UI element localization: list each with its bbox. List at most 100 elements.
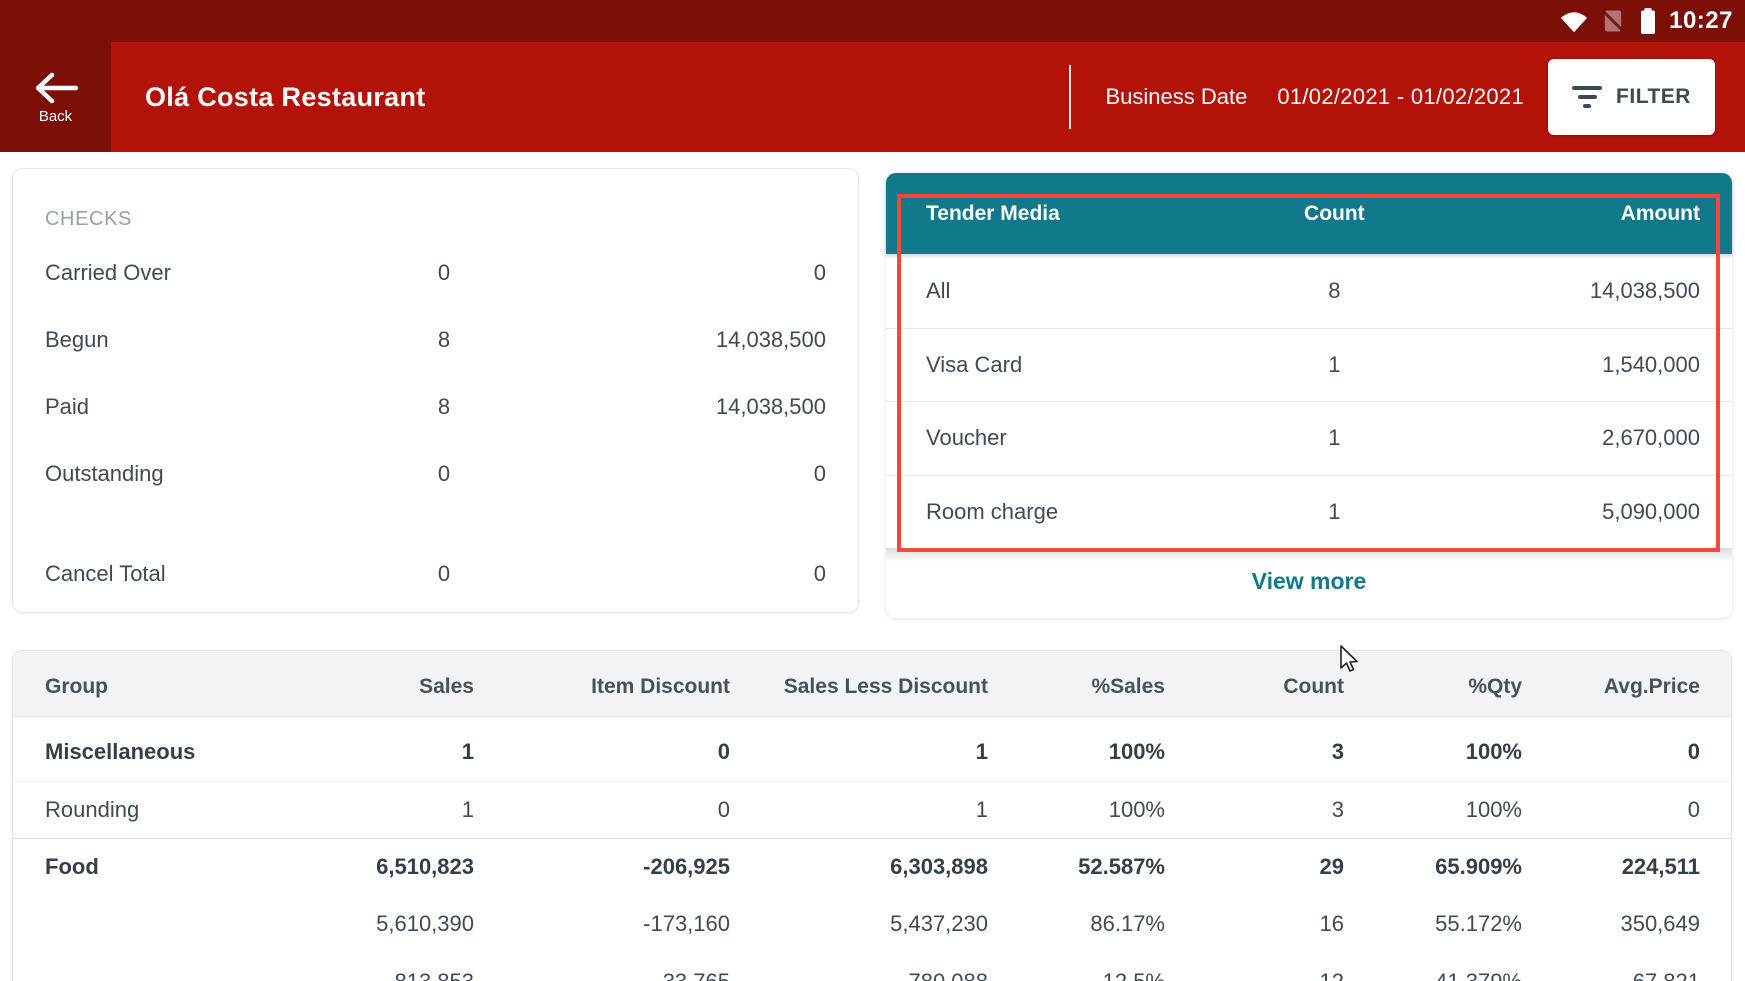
- sales-count: 29: [1198, 854, 1377, 880]
- checks-row-count: 0: [351, 260, 537, 286]
- sales-pct-sales: 86.17%: [1021, 911, 1198, 937]
- checks-row-amount: 14,038,500: [537, 394, 858, 420]
- sales-item-discount: 0: [507, 797, 763, 823]
- tender-table-header: Tender Media Count Amount: [886, 173, 1732, 254]
- sales-col-group: Group: [13, 675, 251, 699]
- status-bar: 10:27: [0, 0, 1745, 42]
- checks-row-count: 0: [351, 461, 537, 487]
- tender-media: All: [886, 278, 1207, 304]
- checks-card: CHECKS Carried Over 0 0 Begun 8 14,038,5…: [12, 168, 859, 613]
- checks-row-count: 8: [351, 394, 537, 420]
- filter-icon: [1572, 86, 1602, 108]
- sales-col-pct-sales: %Sales: [1021, 675, 1198, 699]
- sales-table-header: Group Sales Item Discount Sales Less Dis…: [13, 651, 1731, 717]
- checks-row-count: 8: [351, 327, 537, 353]
- sales-sales: 1: [251, 797, 507, 823]
- sales-col-avg-price: Avg.Price: [1555, 675, 1732, 699]
- filter-button[interactable]: FILTER: [1548, 59, 1715, 135]
- status-time: 10:27: [1669, 7, 1733, 35]
- back-button[interactable]: Back: [0, 42, 111, 152]
- sales-count: 16: [1198, 911, 1377, 937]
- checks-row-carried-over: Carried Over 0 0: [13, 239, 858, 306]
- sales-less-discount: 5,437,230: [763, 911, 1021, 937]
- checks-spacer: [13, 507, 858, 540]
- tender-media-card: Tender Media Count Amount All 8 14,038,5…: [886, 173, 1732, 618]
- sales-item-discount: -33,765: [507, 969, 763, 981]
- tender-media: Voucher: [886, 425, 1207, 451]
- sales-pct-qty: 41.379%: [1377, 969, 1555, 981]
- sales-item-discount: -173,160: [507, 911, 763, 937]
- tender-row-all[interactable]: All 8 14,038,500: [886, 254, 1732, 328]
- sales-pct-qty: 100%: [1377, 797, 1555, 823]
- sales-pct-sales: 100%: [1021, 739, 1198, 765]
- sales-row-food[interactable]: Food 6,510,823 -206,925 6,303,898 52.587…: [13, 838, 1731, 896]
- filter-button-label: FILTER: [1616, 85, 1691, 109]
- sales-avg-price: 67,821: [1555, 969, 1732, 981]
- sales-item-discount: -206,925: [507, 854, 763, 880]
- sales-subrow-food-1: 5,610,390 -173,160 5,437,230 86.17% 16 5…: [13, 896, 1731, 954]
- checks-card-title: CHECKS: [13, 199, 858, 239]
- app-bar: Back Olá Costa Restaurant Business Date …: [0, 42, 1745, 152]
- sales-col-sales-less-discount: Sales Less Discount: [763, 675, 1021, 699]
- back-label: Back: [39, 108, 72, 125]
- sales-pct-sales: 52.587%: [1021, 854, 1198, 880]
- battery-icon: [1637, 7, 1659, 35]
- sales-group: Miscellaneous: [13, 739, 251, 765]
- wifi-icon: [1559, 8, 1589, 34]
- checks-row-count: 0: [351, 561, 537, 587]
- tender-count: 8: [1207, 278, 1461, 304]
- tender-col-amount: Amount: [1461, 202, 1732, 226]
- sales-count: 3: [1198, 739, 1377, 765]
- sales-table-body: Miscellaneous 1 0 1 100% 3 100% 0 Roundi…: [13, 717, 1731, 981]
- sales-count: 3: [1198, 797, 1377, 823]
- header-divider: [1069, 65, 1071, 129]
- sales-avg-price: 224,511: [1555, 854, 1732, 880]
- tender-amount: 1,540,000: [1461, 352, 1732, 378]
- checks-row-label: Outstanding: [13, 461, 351, 487]
- tender-row-voucher[interactable]: Voucher 1 2,670,000: [886, 401, 1732, 475]
- sales-subrow-food-2: 813,853 -33,765 780,088 12.5% 12 41.379%…: [13, 953, 1731, 981]
- checks-row-outstanding: Outstanding 0 0: [13, 440, 858, 507]
- sales-less-discount: 1: [763, 797, 1021, 823]
- sales-row-rounding[interactable]: Rounding 1 0 1 100% 3 100% 0: [13, 781, 1731, 839]
- table-shadow: [886, 548, 1732, 562]
- sales-pct-qty: 65.909%: [1377, 854, 1555, 880]
- sales-less-discount: 1: [763, 739, 1021, 765]
- view-more-link[interactable]: View more: [886, 568, 1732, 595]
- checks-row-amount: 0: [537, 461, 858, 487]
- sales-col-item-discount: Item Discount: [507, 675, 763, 699]
- sales-pct-sales: 100%: [1021, 797, 1198, 823]
- sales-pct-sales: 12.5%: [1021, 969, 1198, 981]
- sales-row-miscellaneous[interactable]: Miscellaneous 1 0 1 100% 3 100% 0: [13, 723, 1731, 781]
- tender-row-room-charge[interactable]: Room charge 1 5,090,000: [886, 475, 1732, 549]
- tender-row-visa-card[interactable]: Visa Card 1 1,540,000: [886, 328, 1732, 402]
- tender-count: 1: [1207, 499, 1461, 525]
- checks-row-amount: 14,038,500: [537, 327, 858, 353]
- checks-row-paid: Paid 8 14,038,500: [13, 373, 858, 440]
- tender-col-media: Tender Media: [886, 202, 1207, 226]
- screen: 10:27 Back Olá Costa Restaurant Business…: [0, 0, 1745, 981]
- sales-item-discount: 0: [507, 739, 763, 765]
- sales-pct-qty: 55.172%: [1377, 911, 1555, 937]
- checks-row-label: Cancel Total: [13, 561, 351, 587]
- page-title: Olá Costa Restaurant: [111, 82, 1069, 113]
- sales-less-discount: 6,303,898: [763, 854, 1021, 880]
- sales-avg-price: 350,649: [1555, 911, 1732, 937]
- sales-avg-price: 0: [1555, 797, 1732, 823]
- tender-media: Visa Card: [886, 352, 1207, 378]
- sales-col-pct-qty: %Qty: [1377, 675, 1555, 699]
- sales-col-count: Count: [1198, 675, 1377, 699]
- sales-pct-qty: 100%: [1377, 739, 1555, 765]
- business-date-range: 01/02/2021 - 01/02/2021: [1277, 84, 1524, 110]
- sales-count: 12: [1198, 969, 1377, 981]
- tender-count: 1: [1207, 425, 1461, 451]
- checks-row-begun: Begun 8 14,038,500: [13, 306, 858, 373]
- sales-less-discount: 780,088: [763, 969, 1021, 981]
- checks-row-amount: 0: [537, 561, 858, 587]
- tender-col-count: Count: [1207, 202, 1461, 226]
- no-sim-icon: [1599, 7, 1627, 35]
- tender-amount: 2,670,000: [1461, 425, 1732, 451]
- sales-sales: 1: [251, 739, 507, 765]
- sales-sales: 5,610,390: [251, 911, 507, 937]
- sales-table-card: Group Sales Item Discount Sales Less Dis…: [12, 650, 1732, 981]
